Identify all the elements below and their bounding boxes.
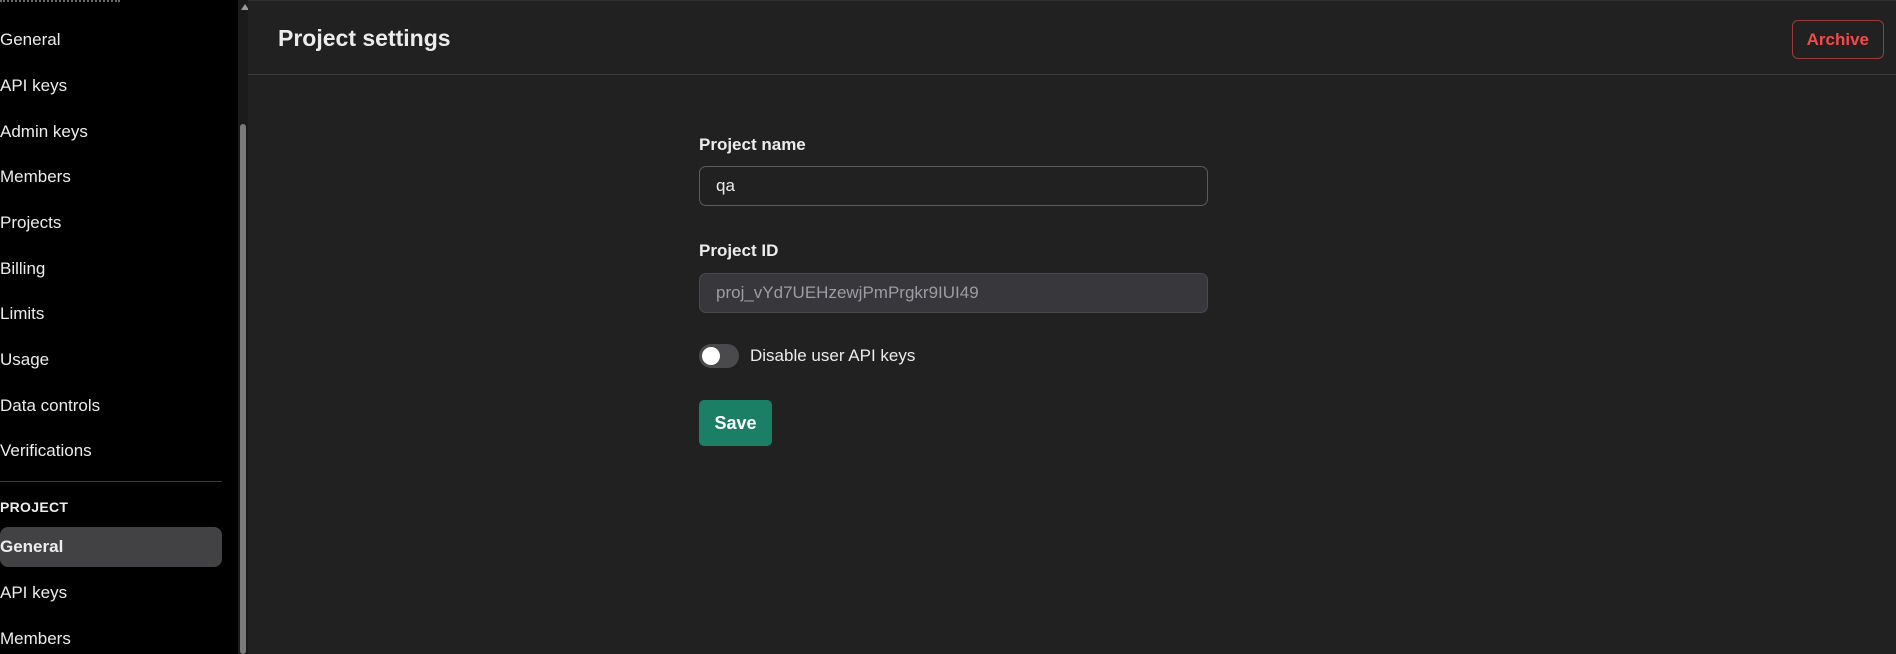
sidebar: General API keys Admin keys Members Proj… [0,0,238,654]
disable-user-api-keys-toggle[interactable] [699,344,739,368]
toggle-knob [702,347,720,365]
sidebar-clipped-text [0,0,120,6]
disable-user-api-keys-label: Disable user API keys [750,346,916,365]
sidebar-item-general[interactable]: General [0,20,222,60]
sidebar-item-data-controls[interactable]: Data controls [0,386,222,426]
disable-user-api-keys-row: Disable user API keys [699,344,915,368]
sidebar-item-projects[interactable]: Projects [0,203,222,243]
project-name-label: Project name [699,135,806,154]
archive-button[interactable]: Archive [1791,20,1884,59]
project-section-header: PROJECT [0,499,69,515]
sidebar-item-members[interactable]: Members [0,157,222,197]
sidebar-scrollbar-thumb[interactable] [240,124,246,654]
project-id-field [699,273,1208,313]
sidebar-divider [0,481,222,482]
sidebar-item-usage[interactable]: Usage [0,340,222,380]
app-window: General API keys Admin keys Members Proj… [0,0,1896,654]
sidebar-item-project-api-keys[interactable]: API keys [0,573,222,613]
main-content: Project settings Archive Project name Pr… [248,0,1896,654]
save-button[interactable]: Save [699,400,772,446]
sidebar-item-billing[interactable]: Billing [0,249,222,289]
sidebar-item-admin-keys[interactable]: Admin keys [0,112,222,152]
sidebar-item-project-members[interactable]: Members [0,619,222,654]
page-title: Project settings [278,25,451,51]
sidebar-item-api-keys[interactable]: API keys [0,66,222,106]
sidebar-item-project-general[interactable]: General [0,527,222,567]
page-header: Project settings Archive [248,1,1896,75]
sidebar-item-limits[interactable]: Limits [0,294,222,334]
project-name-input[interactable] [699,166,1208,206]
sidebar-item-verifications[interactable]: Verifications [0,431,222,471]
project-id-label: Project ID [699,241,779,260]
